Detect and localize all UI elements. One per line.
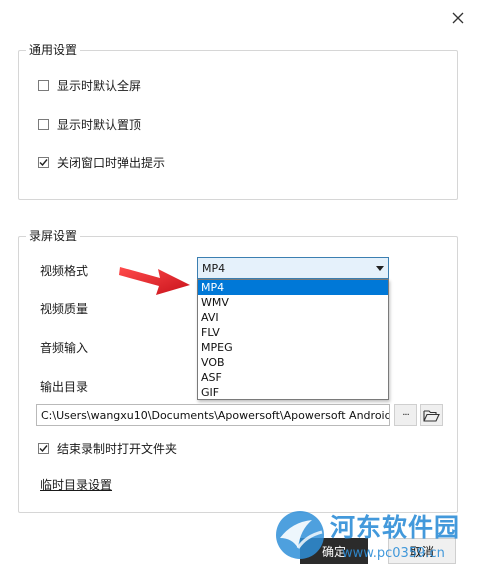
fullscreen-checkbox[interactable] — [38, 80, 49, 91]
close-prompt-checkbox-row[interactable]: 关闭窗口时弹出提示 — [38, 154, 165, 171]
open-folder-checkbox-row[interactable]: 结束录制时打开文件夹 — [38, 440, 177, 457]
chevron-down-icon — [376, 266, 384, 271]
format-option-asf[interactable]: ASF — [198, 370, 388, 385]
format-option-mpeg[interactable]: MPEG — [198, 340, 388, 355]
more-options-label: ··· — [402, 409, 409, 421]
close-icon — [452, 12, 464, 24]
close-button[interactable] — [446, 6, 470, 30]
format-option-gif[interactable]: GIF — [198, 385, 388, 400]
general-settings-title: 通用设置 — [26, 41, 81, 58]
close-prompt-checkbox[interactable] — [38, 157, 49, 168]
video-format-select[interactable]: MP4 — [197, 257, 389, 279]
format-option-vob[interactable]: VOB — [198, 355, 388, 370]
watermark: 河东软件园 www.pc0359.cn — [270, 506, 470, 570]
checkmark-icon — [39, 445, 48, 453]
video-format-value: MP4 — [202, 261, 226, 275]
video-format-label: 视频格式 — [40, 264, 89, 278]
temp-dir-settings-link[interactable]: 临时目录设置 — [40, 476, 112, 493]
format-option-wmv[interactable]: WMV — [198, 295, 388, 310]
red-arrow-icon — [119, 267, 190, 295]
checkmark-icon — [39, 159, 48, 167]
format-option-avi[interactable]: AVI — [198, 310, 388, 325]
fullscreen-label: 显示时默认全屏 — [57, 79, 142, 93]
more-options-button[interactable]: ··· — [394, 404, 417, 426]
record-settings-title: 录屏设置 — [26, 227, 81, 244]
fullscreen-checkbox-row[interactable]: 显示时默认全屏 — [38, 77, 141, 94]
video-format-dropdown: MP4 WMV AVI FLV MPEG VOB ASF GIF — [197, 279, 389, 400]
format-option-flv[interactable]: FLV — [198, 325, 388, 340]
open-folder-button[interactable] — [420, 404, 443, 426]
output-path-input[interactable]: C:\Users\wangxu10\Documents\Apowersoft\A… — [36, 404, 390, 426]
watermark-url: www.pc0359.cn — [342, 546, 445, 561]
audio-input-label: 音频输入 — [40, 341, 89, 355]
watermark-logo-icon — [276, 511, 324, 559]
always-on-top-checkbox-row[interactable]: 显示时默认置顶 — [38, 116, 141, 133]
video-quality-label: 视频质量 — [40, 302, 89, 316]
format-option-mp4[interactable]: MP4 — [198, 280, 388, 295]
close-prompt-label: 关闭窗口时弹出提示 — [57, 156, 166, 170]
open-folder-label: 结束录制时打开文件夹 — [57, 442, 178, 456]
always-on-top-checkbox[interactable] — [38, 119, 49, 130]
always-on-top-label: 显示时默认置顶 — [57, 118, 142, 132]
watermark-brand: 河东软件园 — [330, 513, 461, 542]
folder-open-icon — [423, 409, 440, 422]
open-folder-checkbox[interactable] — [38, 443, 49, 454]
output-dir-label: 输出目录 — [40, 380, 89, 394]
output-path-value: C:\Users\wangxu10\Documents\Apowersoft\A… — [41, 408, 390, 422]
